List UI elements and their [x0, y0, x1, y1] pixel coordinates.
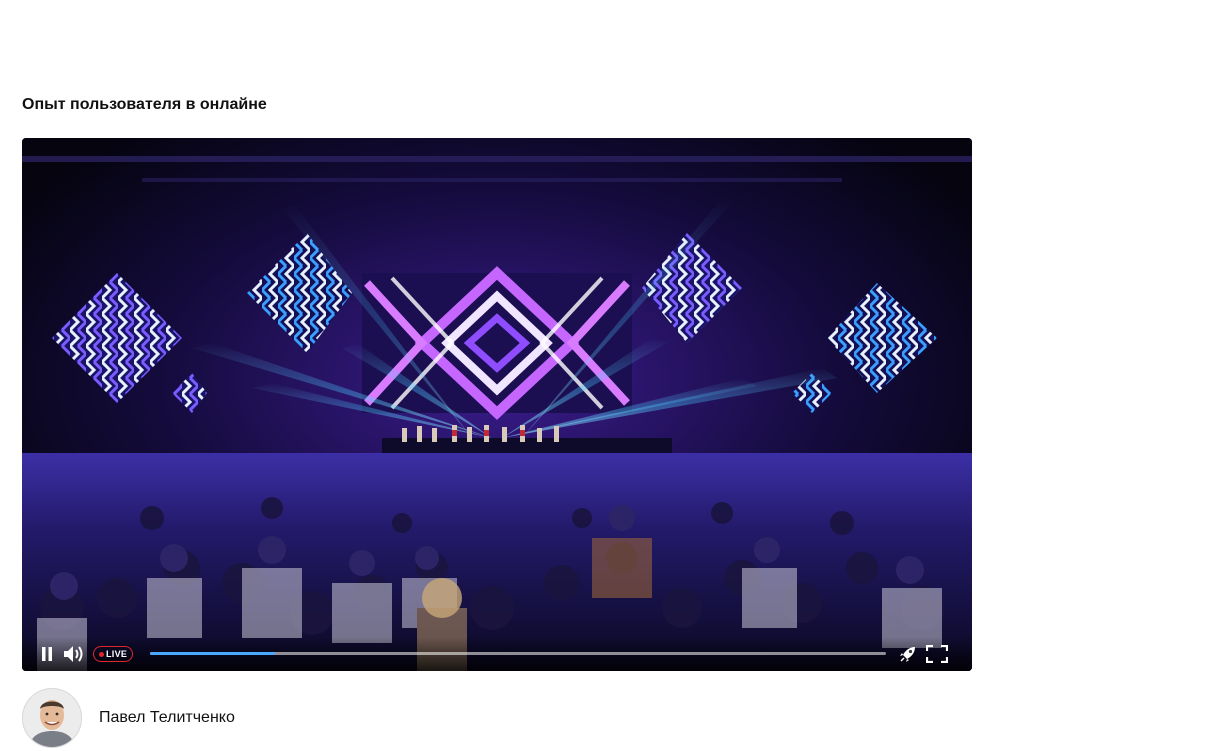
- section-title: Опыт пользователя в онлайне: [22, 96, 267, 113]
- pause-icon: [42, 647, 52, 661]
- player-controls: LIVE: [22, 637, 972, 671]
- progress-fill: [150, 652, 276, 655]
- live-badge[interactable]: LIVE: [93, 646, 134, 662]
- rocket-icon: [900, 647, 915, 662]
- live-dot-icon: [99, 651, 104, 657]
- avatar[interactable]: [22, 688, 82, 748]
- live-label: LIVE: [106, 649, 128, 659]
- fullscreen-button[interactable]: [926, 644, 948, 664]
- author-photo: [23, 689, 81, 747]
- author-card: Павел Телитченко: [22, 688, 235, 748]
- fullscreen-icon: [926, 645, 948, 663]
- volume-button[interactable]: [63, 645, 85, 663]
- concert-video-frame: [22, 138, 972, 671]
- author-name[interactable]: Павел Телитченко: [99, 709, 235, 727]
- volume-icon: [64, 646, 83, 662]
- video-player[interactable]: LIVE: [22, 138, 972, 671]
- progress-bar[interactable]: [150, 652, 886, 655]
- pause-button[interactable]: [38, 645, 56, 663]
- rocket-button[interactable]: [898, 644, 918, 664]
